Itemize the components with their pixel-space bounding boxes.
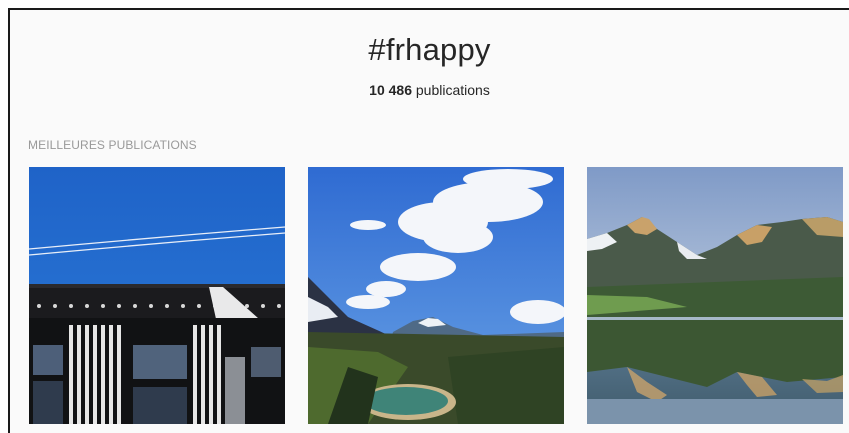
post-image-building: [29, 167, 285, 424]
post-count-number: 10 486: [369, 82, 412, 98]
post-count: 10 486 publications: [10, 82, 849, 98]
post-count-suffix: publications: [415, 82, 490, 98]
post-thumbnail-valley[interactable]: [308, 167, 564, 424]
post-image-valley: [308, 167, 564, 424]
hashtag-page: #frhappy 10 486 publications MEILLEURES …: [8, 8, 849, 433]
post-thumbnail-mountains[interactable]: [587, 167, 843, 424]
hashtag-title: #frhappy: [368, 32, 491, 67]
post-image-mountains: [587, 167, 843, 424]
top-posts-label: MEILLEURES PUBLICATIONS: [28, 138, 197, 152]
post-thumbnail-building[interactable]: [29, 167, 285, 424]
